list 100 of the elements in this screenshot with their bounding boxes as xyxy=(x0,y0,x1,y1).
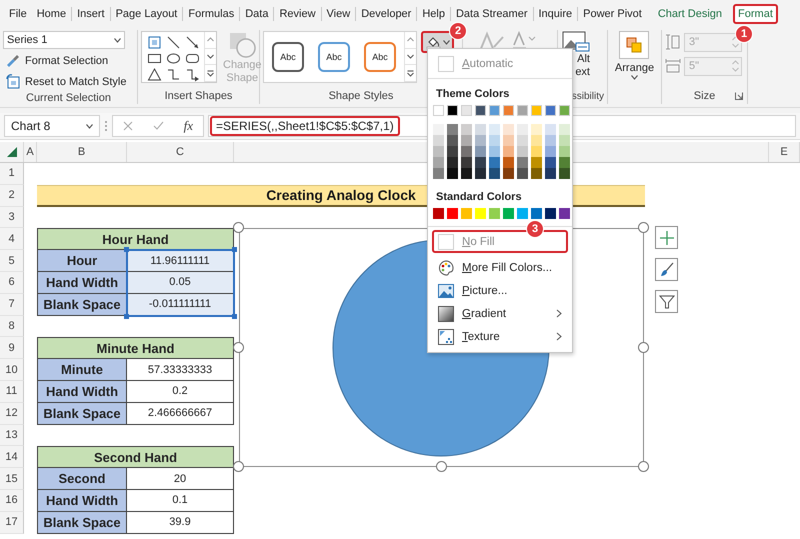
color-swatch[interactable] xyxy=(489,168,500,179)
color-swatch[interactable] xyxy=(517,157,528,168)
color-swatch[interactable] xyxy=(517,146,528,157)
shape-style-preset[interactable]: Abc xyxy=(318,42,350,72)
ribbon-tab[interactable]: Developer xyxy=(356,4,416,24)
text-box-icon[interactable] xyxy=(146,34,162,50)
color-swatch[interactable] xyxy=(433,146,444,157)
color-swatch[interactable] xyxy=(531,135,542,146)
insert-function-button[interactable]: fx xyxy=(184,118,194,134)
resize-handle[interactable] xyxy=(638,222,649,233)
dialog-launcher-icon[interactable] xyxy=(735,92,743,100)
color-swatch[interactable] xyxy=(461,168,472,179)
series-dropdown[interactable]: Series 1 xyxy=(3,31,125,49)
resize-handle[interactable] xyxy=(233,461,244,472)
color-swatch[interactable] xyxy=(545,146,556,157)
color-swatch[interactable] xyxy=(503,208,514,219)
color-swatch[interactable] xyxy=(433,124,444,135)
row-header[interactable]: 3 xyxy=(0,206,24,228)
color-swatch[interactable] xyxy=(559,124,570,135)
ribbon-tab[interactable]: Insert xyxy=(72,4,110,24)
color-swatch[interactable] xyxy=(433,168,444,179)
color-swatch[interactable] xyxy=(531,157,542,168)
column-header[interactable]: E xyxy=(769,142,800,162)
color-swatch[interactable] xyxy=(489,135,500,146)
color-swatch[interactable] xyxy=(461,146,472,157)
row-header[interactable]: 8 xyxy=(0,316,24,338)
color-swatch[interactable] xyxy=(489,208,500,219)
ribbon-tab[interactable]: View xyxy=(322,4,356,24)
row-header[interactable]: 7 xyxy=(0,294,24,316)
color-swatch[interactable] xyxy=(447,208,458,219)
format-selection-button[interactable]: Format Selection xyxy=(3,51,128,70)
row-header[interactable]: 5 xyxy=(0,250,24,272)
color-swatch[interactable] xyxy=(503,105,514,116)
color-swatch[interactable] xyxy=(447,124,458,135)
color-swatch[interactable] xyxy=(531,146,542,157)
color-swatch[interactable] xyxy=(559,168,570,179)
arrange-button[interactable]: Arrange xyxy=(612,31,656,80)
ribbon-tab[interactable]: Inquire xyxy=(534,4,578,24)
row-header[interactable]: 15 xyxy=(0,468,24,490)
color-swatch[interactable] xyxy=(461,135,472,146)
row-header[interactable]: 4 xyxy=(0,228,24,250)
ribbon-tab[interactable]: Help xyxy=(417,4,450,24)
row-header[interactable]: 13 xyxy=(0,424,24,446)
color-swatch[interactable] xyxy=(433,208,444,219)
ribbon-tab[interactable]: Formulas xyxy=(183,4,240,24)
color-swatch[interactable] xyxy=(489,146,500,157)
color-swatch[interactable] xyxy=(531,208,542,219)
color-swatch[interactable] xyxy=(489,157,500,168)
connector-arrow-icon[interactable] xyxy=(184,66,200,82)
color-swatch[interactable] xyxy=(447,168,458,179)
color-swatch[interactable] xyxy=(461,105,472,116)
color-swatch[interactable] xyxy=(447,146,458,157)
color-swatch[interactable] xyxy=(503,168,514,179)
row-header[interactable]: 16 xyxy=(0,490,24,512)
row-header[interactable]: 2 xyxy=(0,184,24,207)
ribbon-tab[interactable]: Data Streamer xyxy=(450,4,532,24)
ribbon-tab[interactable]: Review xyxy=(274,4,321,24)
arrow-icon[interactable] xyxy=(184,34,200,50)
connector-icon[interactable] xyxy=(166,66,180,82)
color-swatch[interactable] xyxy=(517,135,528,146)
row-header[interactable]: 17 xyxy=(0,512,24,534)
color-swatch[interactable] xyxy=(531,124,542,135)
name-box[interactable]: Chart 8 xyxy=(4,115,100,137)
color-swatch[interactable] xyxy=(503,124,514,135)
row-header[interactable]: 10 xyxy=(0,359,24,381)
color-swatch[interactable] xyxy=(475,146,486,157)
color-swatch[interactable] xyxy=(559,135,570,146)
column-header[interactable]: A xyxy=(24,142,37,162)
ribbon-tab[interactable]: Home xyxy=(32,4,72,24)
color-swatch[interactable] xyxy=(475,105,486,116)
color-swatch[interactable] xyxy=(433,105,444,116)
reset-style-button[interactable]: Reset to Match Style xyxy=(3,72,128,91)
color-swatch[interactable] xyxy=(559,208,570,219)
row-header[interactable]: 1 xyxy=(0,163,24,185)
color-swatch[interactable] xyxy=(475,157,486,168)
ribbon-tab[interactable]: Format xyxy=(733,4,778,24)
chart-elements-button[interactable] xyxy=(655,226,678,249)
row-header[interactable]: 9 xyxy=(0,337,24,360)
color-swatch[interactable] xyxy=(545,105,556,116)
color-swatch[interactable] xyxy=(433,135,444,146)
color-swatch[interactable] xyxy=(545,168,556,179)
color-swatch[interactable] xyxy=(461,124,472,135)
color-swatch[interactable] xyxy=(559,105,570,116)
color-swatch[interactable] xyxy=(531,168,542,179)
menu-item[interactable]: More Fill Colors... xyxy=(432,256,568,279)
ribbon-tab[interactable]: Power Pivot xyxy=(578,4,647,24)
oval-icon[interactable] xyxy=(166,50,180,66)
color-swatch[interactable] xyxy=(517,124,528,135)
color-swatch[interactable] xyxy=(545,135,556,146)
row-header[interactable]: 6 xyxy=(0,272,24,294)
resize-handle[interactable] xyxy=(233,222,244,233)
color-swatch[interactable] xyxy=(545,208,556,219)
line-icon[interactable] xyxy=(166,34,180,50)
color-swatch[interactable] xyxy=(447,105,458,116)
color-swatch[interactable] xyxy=(559,146,570,157)
color-swatch[interactable] xyxy=(545,157,556,168)
color-swatch[interactable] xyxy=(503,135,514,146)
ribbon-tab[interactable]: Chart Design xyxy=(652,4,728,24)
color-swatch[interactable] xyxy=(447,135,458,146)
chart-filters-button[interactable] xyxy=(655,290,678,313)
